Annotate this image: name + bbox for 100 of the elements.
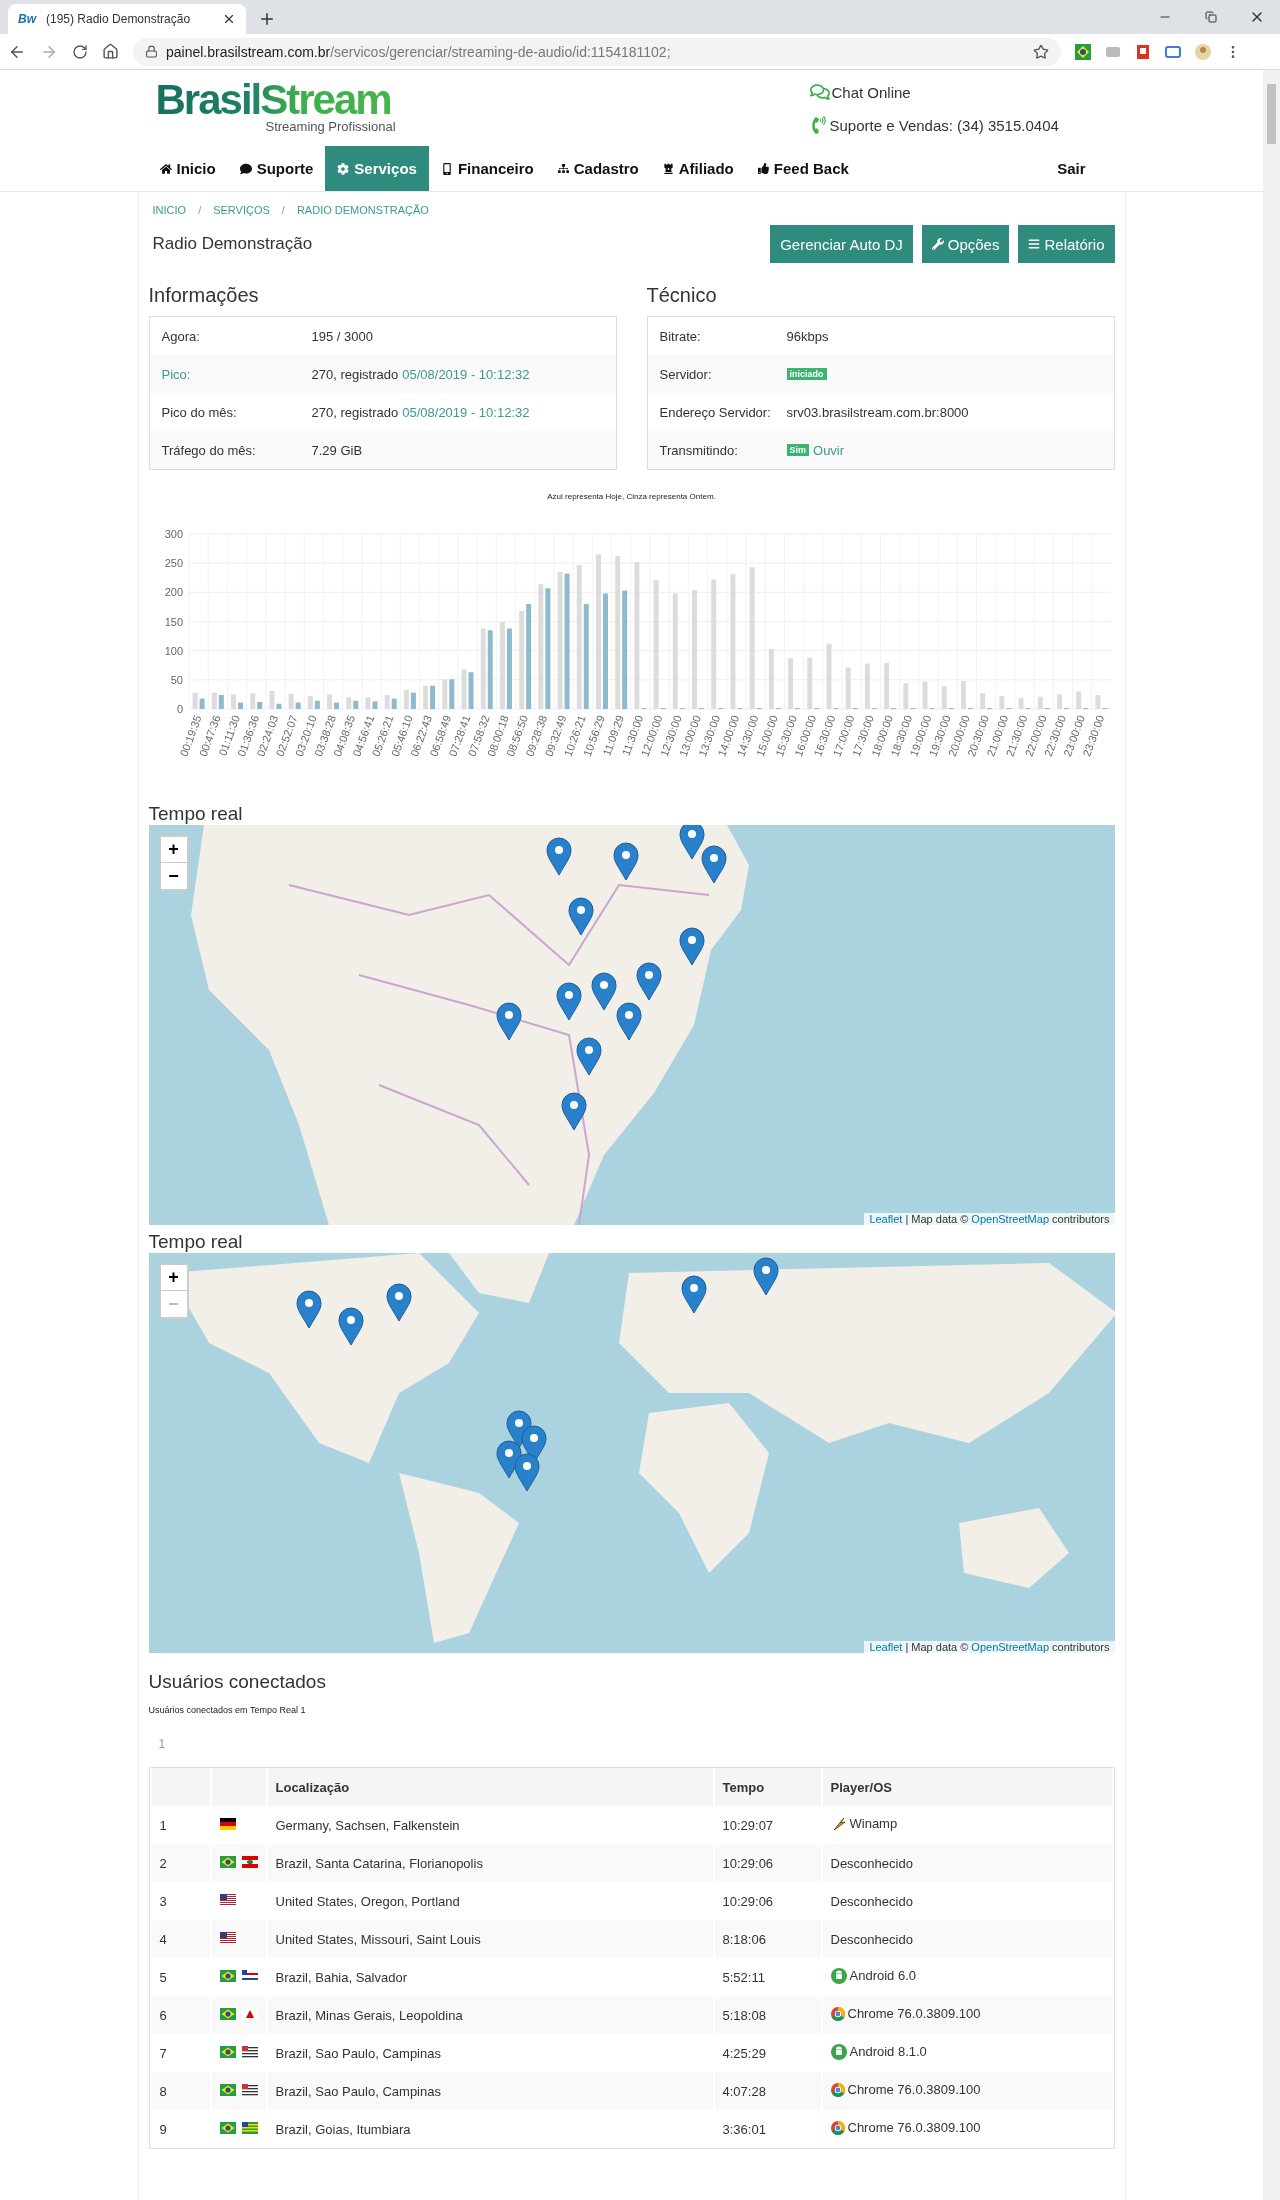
home-icon[interactable]: [102, 43, 119, 60]
value-text: 7.29 GiB: [311, 442, 363, 458]
flag-icon: [219, 2083, 236, 2096]
browser-tab[interactable]: Bw (195) Radio Demonstração: [8, 4, 246, 34]
extension-icon[interactable]: [1075, 43, 1091, 60]
field-label: Servidor:: [659, 366, 713, 382]
zoom-in-button[interactable]: +: [160, 1265, 187, 1291]
table-cell: 4:25:29: [722, 2045, 766, 2061]
chrome-icon: [830, 2082, 845, 2097]
logout-link[interactable]: Sair: [1045, 146, 1116, 191]
action-button[interactable]: Opções: [921, 225, 1010, 263]
table-cell: Brazil, Minas Gerais, Leopoldina: [275, 2007, 463, 2023]
value-link[interactable]: 05/08/2019 - 10:12:32: [402, 366, 530, 382]
attribution-link[interactable]: Leaflet: [869, 1213, 903, 1225]
nav-link[interactable]: Serviços: [325, 146, 429, 191]
table-cell: Desconhecido: [830, 1893, 913, 1909]
flag-icon: [219, 1817, 236, 1830]
nav-link[interactable]: Suporte: [227, 146, 326, 191]
table-cell: United States, Oregon, Portland: [275, 1893, 460, 1909]
breadcrumb-separator: /: [281, 204, 285, 218]
flag-icon: [219, 2045, 236, 2058]
sitemap-icon: [557, 163, 569, 174]
nav-link[interactable]: Financeiro: [428, 146, 546, 191]
value-text: srv03.brasilstream.com.br:8000: [786, 404, 969, 420]
table-cell: 4:07:28: [722, 2083, 766, 2099]
breadcrumb-link[interactable]: INICIO: [152, 204, 187, 222]
table-cell: 10:29:06: [722, 1855, 774, 1871]
table-cell: 10:29:06: [722, 1893, 774, 1909]
logo-tagline: Streaming Profissional: [265, 119, 396, 134]
table-cell: Desconhecido: [830, 1931, 913, 1947]
flag-icon: [241, 1855, 258, 1868]
contact-text: Chat Online: [831, 83, 911, 101]
breadcrumb-link[interactable]: RADIO DEMONSTRAÇÃO: [296, 204, 429, 222]
favicon: Bw: [18, 12, 36, 26]
chrome-icon: [830, 2006, 845, 2021]
table-cell: Android 8.1.0: [849, 2044, 927, 2059]
page-number[interactable]: 1: [158, 1737, 1115, 1767]
table-cell: 3: [159, 1893, 167, 1909]
field-label: Transmitindo:: [659, 442, 739, 458]
field-label: Bitrate:: [659, 328, 702, 344]
field-label: Endereço Servidor:: [659, 404, 772, 420]
table-cell: Brazil, Goias, Itumbiara: [275, 2121, 411, 2137]
action-button[interactable]: Gerenciar Auto DJ: [770, 225, 913, 263]
table-cell: Brazil, Sao Paulo, Campinas: [275, 2083, 441, 2099]
attribution-link[interactable]: OpenStreetMap: [971, 1641, 1049, 1653]
field-label: Tráfego do mês:: [161, 442, 257, 458]
android-icon: [830, 2043, 847, 2060]
table-cell: 5:18:08: [722, 2007, 766, 2023]
value-link[interactable]: Ouvir: [813, 442, 845, 458]
chat-icon: [809, 82, 830, 102]
extension-icon[interactable]: [1135, 43, 1151, 60]
nav-link[interactable]: Afiliado: [650, 146, 746, 191]
reload-icon[interactable]: [72, 43, 88, 60]
attribution-link[interactable]: OpenStreetMap: [971, 1213, 1049, 1225]
flag-icon: [241, 2007, 258, 2020]
scrollbar[interactable]: [1263, 70, 1280, 2200]
nav-link[interactable]: Cadastro: [545, 146, 651, 191]
close-icon[interactable]: [222, 12, 236, 26]
attribution-text: | Map data ©: [905, 1641, 969, 1653]
section-title: Tempo real: [148, 1231, 244, 1253]
menu-icon: [1028, 238, 1041, 250]
action-button[interactable]: Relatório: [1018, 225, 1115, 263]
axis-label: 50: [170, 673, 183, 686]
section-title: Usuários conectados: [148, 1671, 327, 1693]
value-text: 270, registrado: [311, 366, 399, 382]
url-path: /servicos/gerenciar/streaming-de-audio/id:1154181102;: [330, 43, 671, 60]
phone-icon: [440, 162, 453, 175]
status-badge: Sim: [786, 444, 809, 456]
value-link[interactable]: 05/08/2019 - 10:12:32: [402, 404, 530, 420]
flag-icon: [241, 2121, 258, 2134]
breadcrumb-link[interactable]: SERVIÇOS: [213, 204, 270, 222]
table-cell: Chrome 76.0.3809.100: [847, 2082, 981, 2098]
value-text: 96kbps: [786, 328, 829, 344]
table-cell: Android 6.0: [849, 1968, 916, 1983]
new-tab-icon[interactable]: [258, 10, 276, 28]
star-icon[interactable]: [1033, 43, 1049, 60]
avatar-icon[interactable]: [1195, 43, 1211, 60]
table-cell: 4: [159, 1931, 167, 1947]
table-cell: 1: [159, 1817, 167, 1833]
table-cell: Brazil, Bahia, Salvador: [275, 1969, 407, 1985]
table-cell: 5: [159, 1969, 167, 1985]
restore-icon[interactable]: [1205, 11, 1217, 23]
bar: [468, 672, 473, 709]
table-cell: 8: [159, 2083, 167, 2099]
column-header: Player/OS: [822, 1768, 1112, 1806]
table-cell: Brazil, Santa Catarina, Florianopolis: [275, 1855, 483, 1871]
attribution-text: | Map data ©: [905, 1213, 969, 1225]
table-cell: Desconhecido: [830, 1855, 913, 1871]
field-label: Agora:: [161, 328, 201, 344]
attribution-link[interactable]: Leaflet: [869, 1641, 903, 1653]
label-link[interactable]: Pico:: [161, 366, 312, 382]
flag-icon: [241, 1969, 258, 1982]
chrome-icon: [830, 2120, 845, 2135]
address-bar[interactable]: painel.brasilstream.com.br/servicos/gerenciar/streaming-de-audio/id:1154181102;: [133, 37, 1061, 66]
zoom-in-button[interactable]: +: [160, 837, 187, 863]
nav-link[interactable]: Feed Back: [745, 146, 861, 191]
nav-link[interactable]: Inicio: [147, 146, 228, 191]
extension-icon[interactable]: [1165, 43, 1181, 60]
flag-icon: [219, 2121, 236, 2134]
flag-icon: [241, 2083, 258, 2096]
